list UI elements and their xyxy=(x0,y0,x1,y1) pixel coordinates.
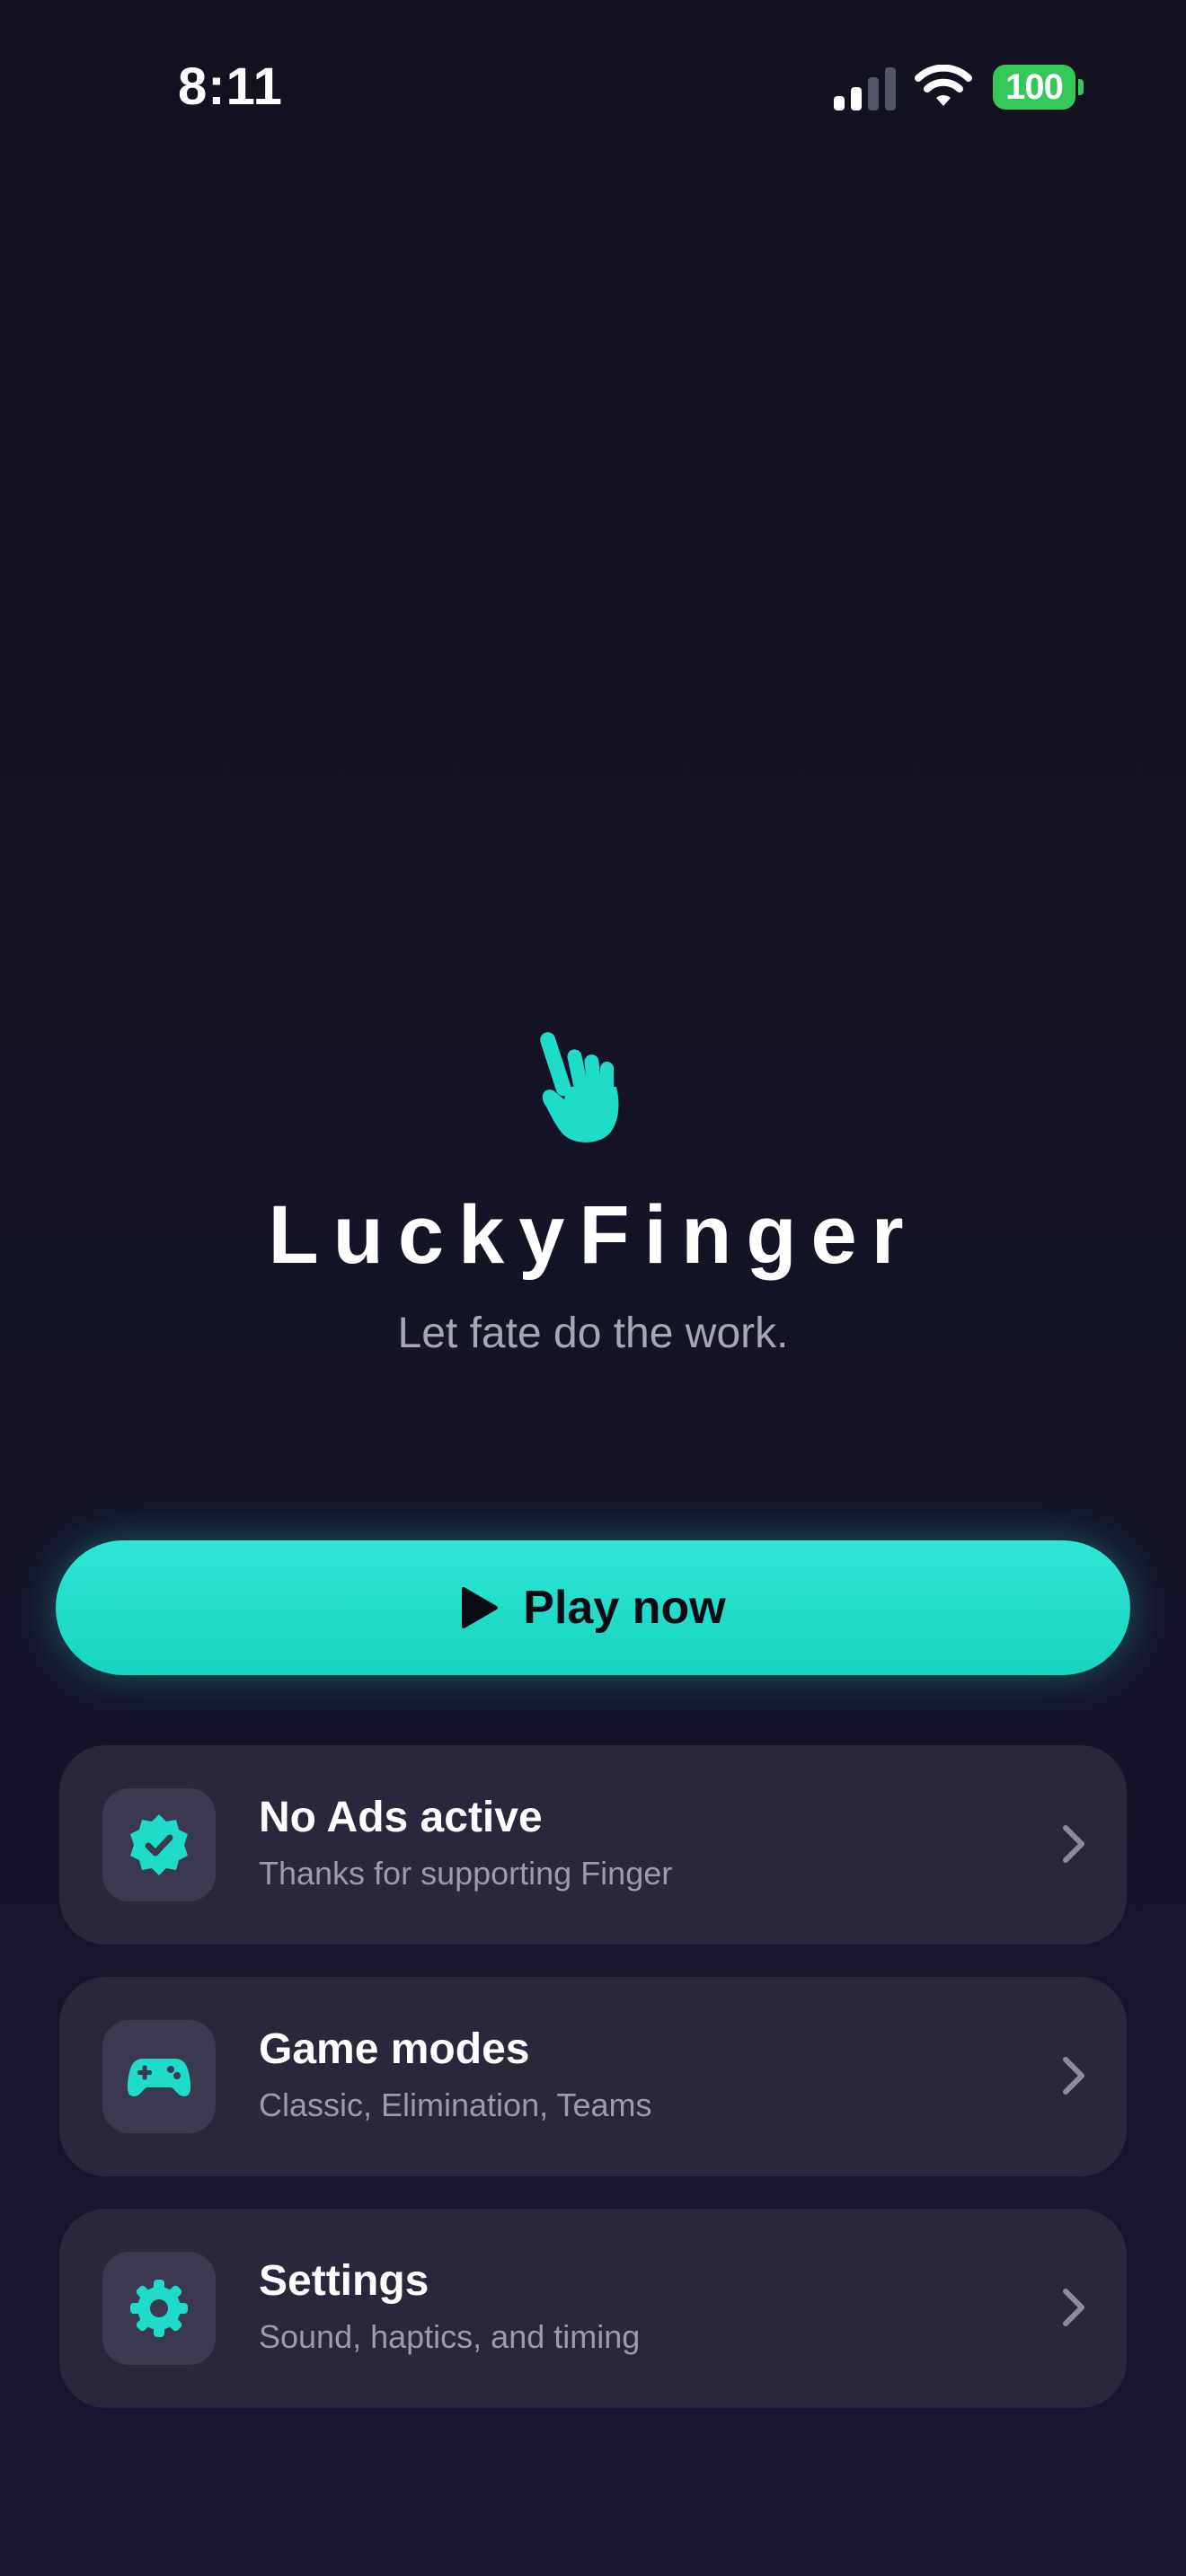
wifi-icon xyxy=(915,65,972,106)
menu-item-subtitle: Thanks for supporting Finger xyxy=(259,1855,673,1892)
chevron-right-icon xyxy=(1063,2057,1084,2095)
chevron-right-icon xyxy=(1063,2289,1084,2326)
menu-item-game-modes[interactable]: Game modes Classic, Elimination, Teams xyxy=(59,1977,1127,2176)
menu-item-icon-box xyxy=(102,2252,216,2365)
menu-item-no-ads[interactable]: No Ads active Thanks for supporting Fing… xyxy=(59,1745,1127,1945)
menu-item-icon-box xyxy=(102,2020,216,2133)
menu-item-subtitle: Classic, Elimination, Teams xyxy=(259,2086,652,2123)
gear-icon xyxy=(130,2280,188,2337)
menu-item-title: Settings xyxy=(259,2257,429,2305)
battery-level: 100 xyxy=(993,65,1075,110)
app-tagline: Let fate do the work. xyxy=(397,1310,789,1357)
play-now-button[interactable]: Play now xyxy=(56,1540,1130,1675)
app-title: LuckyFinger xyxy=(268,1189,918,1281)
battery-indicator: 100 xyxy=(993,65,1084,110)
gamepad-icon xyxy=(127,2059,191,2096)
play-icon xyxy=(462,1587,499,1628)
menu-item-title: No Ads active xyxy=(259,1794,543,1841)
menu-item-title: Game modes xyxy=(259,2025,530,2073)
status-time: 8:11 xyxy=(178,57,283,116)
menu-item-settings[interactable]: Settings Sound, haptics, and timing xyxy=(59,2209,1127,2408)
pointing-hand-icon xyxy=(540,1032,619,1142)
menu-item-icon-box xyxy=(102,1788,216,1901)
play-now-label: Play now xyxy=(523,1582,726,1634)
status-bar: 8:11 100 xyxy=(0,0,1186,171)
menu-item-subtitle: Sound, haptics, and timing xyxy=(259,2318,641,2355)
verified-badge-icon xyxy=(130,1814,188,1875)
battery-tip xyxy=(1078,79,1084,95)
chevron-right-icon xyxy=(1063,1825,1084,1863)
cellular-signal-icon xyxy=(834,67,896,110)
